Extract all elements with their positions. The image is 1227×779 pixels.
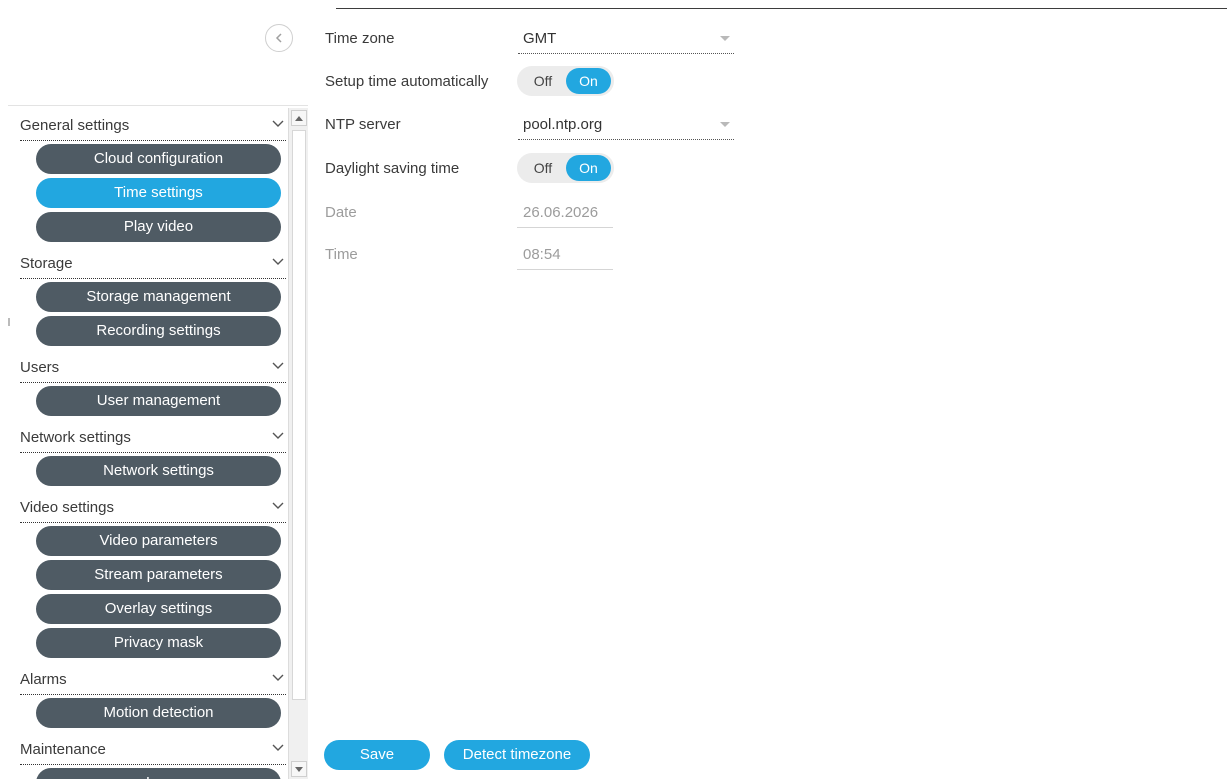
- chevron-down-icon[interactable]: [270, 358, 286, 374]
- save-button[interactable]: Save: [324, 740, 430, 770]
- menu-section-header[interactable]: Storage: [20, 246, 288, 280]
- dropdown-arrow-icon: [720, 122, 730, 127]
- edge-mark: [8, 318, 10, 326]
- ntp-server-value: pool.ntp.org: [523, 116, 603, 133]
- toggle-off-option[interactable]: Off: [523, 155, 563, 181]
- detect-timezone-button[interactable]: Detect timezone: [444, 740, 590, 770]
- arrow-up-icon: [295, 115, 303, 121]
- section-divider: [20, 382, 286, 383]
- menu-section-label: Alarms: [20, 671, 67, 688]
- scroll-thumb[interactable]: [292, 130, 306, 700]
- setup-auto-toggle[interactable]: Off On: [517, 66, 614, 96]
- menu-section-label: General settings: [20, 117, 130, 134]
- sidebar: General settings Cloud configuration Time …: [0, 0, 310, 779]
- menu-section-label: Video settings: [20, 499, 114, 516]
- time-field: 08:54: [517, 238, 613, 270]
- menu-section-label: Storage: [20, 255, 73, 272]
- menu-section-label: Network settings: [20, 429, 131, 446]
- menu-section-label: Maintenance: [20, 741, 106, 758]
- sidebar-item[interactable]: Video parameters: [36, 526, 281, 556]
- daylight-toggle[interactable]: Off On: [517, 153, 614, 183]
- sidebar-item[interactable]: Privacy mask: [36, 628, 281, 658]
- time-label: Time: [325, 246, 358, 263]
- sidebar-item[interactable]: Overlay settings: [36, 594, 281, 624]
- menu-section-label: Users: [20, 359, 60, 376]
- menu-scrollbar[interactable]: [288, 108, 308, 779]
- ntp-server-select[interactable]: pool.ntp.org: [518, 108, 734, 140]
- sidebar-item[interactable]: Log: [36, 768, 281, 779]
- toggle-on-option[interactable]: On: [566, 68, 611, 94]
- toggle-off-option[interactable]: Off: [523, 68, 563, 94]
- dropdown-arrow-icon: [720, 36, 730, 41]
- time-value: 08:54: [523, 246, 561, 263]
- section-divider: [20, 140, 286, 141]
- time-zone-label: Time zone: [325, 30, 395, 47]
- top-divider: [336, 8, 1227, 9]
- date-row: Date 26.06.2026: [325, 196, 745, 230]
- setup-auto-row: Setup time automatically Off On: [325, 65, 745, 99]
- scroll-down-button[interactable]: [291, 761, 307, 777]
- chevron-left-icon: [275, 33, 282, 43]
- date-value: 26.06.2026: [523, 204, 599, 221]
- date-field: 26.06.2026: [517, 196, 613, 228]
- ntp-server-row: NTP server pool.ntp.org: [325, 108, 745, 142]
- sidebar-item[interactable]: Network settings: [36, 456, 281, 486]
- menu-section-header[interactable]: Video settings: [20, 490, 288, 524]
- chevron-down-icon[interactable]: [270, 428, 286, 444]
- section-divider: [20, 278, 286, 279]
- time-row: Time 08:54: [325, 238, 745, 272]
- time-zone-select[interactable]: GMT: [518, 22, 734, 54]
- settings-menu: General settings Cloud configuration Time …: [20, 108, 288, 779]
- section-divider: [20, 694, 286, 695]
- daylight-label: Daylight saving time: [325, 160, 460, 177]
- setup-auto-label: Setup time automatically: [325, 73, 489, 90]
- section-divider: [20, 764, 286, 765]
- collapse-sidebar-button[interactable]: [265, 24, 293, 52]
- sidebar-item[interactable]: Time settings: [36, 178, 281, 208]
- sidebar-item[interactable]: Stream parameters: [36, 560, 281, 590]
- section-divider: [20, 522, 286, 523]
- sidebar-item[interactable]: Motion detection: [36, 698, 281, 728]
- sidebar-header: [8, 10, 308, 106]
- sidebar-item[interactable]: Play video: [36, 212, 281, 242]
- toggle-on-option[interactable]: On: [566, 155, 611, 181]
- menu-section-header[interactable]: Users: [20, 350, 288, 384]
- menu-section-header[interactable]: Alarms: [20, 662, 288, 696]
- menu-section-header[interactable]: Maintenance: [20, 732, 288, 766]
- chevron-down-icon[interactable]: [270, 498, 286, 514]
- arrow-down-icon: [295, 766, 303, 772]
- section-divider: [20, 452, 286, 453]
- sidebar-item[interactable]: Storage management: [36, 282, 281, 312]
- daylight-row: Daylight saving time Off On: [325, 152, 745, 186]
- date-label: Date: [325, 204, 357, 221]
- time-zone-row: Time zone GMT: [325, 22, 745, 56]
- ntp-server-label: NTP server: [325, 116, 401, 133]
- chevron-down-icon[interactable]: [270, 670, 286, 686]
- chevron-down-icon[interactable]: [270, 740, 286, 756]
- scroll-up-button[interactable]: [291, 110, 307, 126]
- time-zone-value: GMT: [523, 30, 557, 47]
- sidebar-item[interactable]: User management: [36, 386, 281, 416]
- sidebar-item[interactable]: Recording settings: [36, 316, 281, 346]
- chevron-down-icon[interactable]: [270, 116, 286, 132]
- menu-section-header[interactable]: General settings: [20, 108, 288, 142]
- menu-section-header[interactable]: Network settings: [20, 420, 288, 454]
- chevron-down-icon[interactable]: [270, 254, 286, 270]
- sidebar-item[interactable]: Cloud configuration: [36, 144, 281, 174]
